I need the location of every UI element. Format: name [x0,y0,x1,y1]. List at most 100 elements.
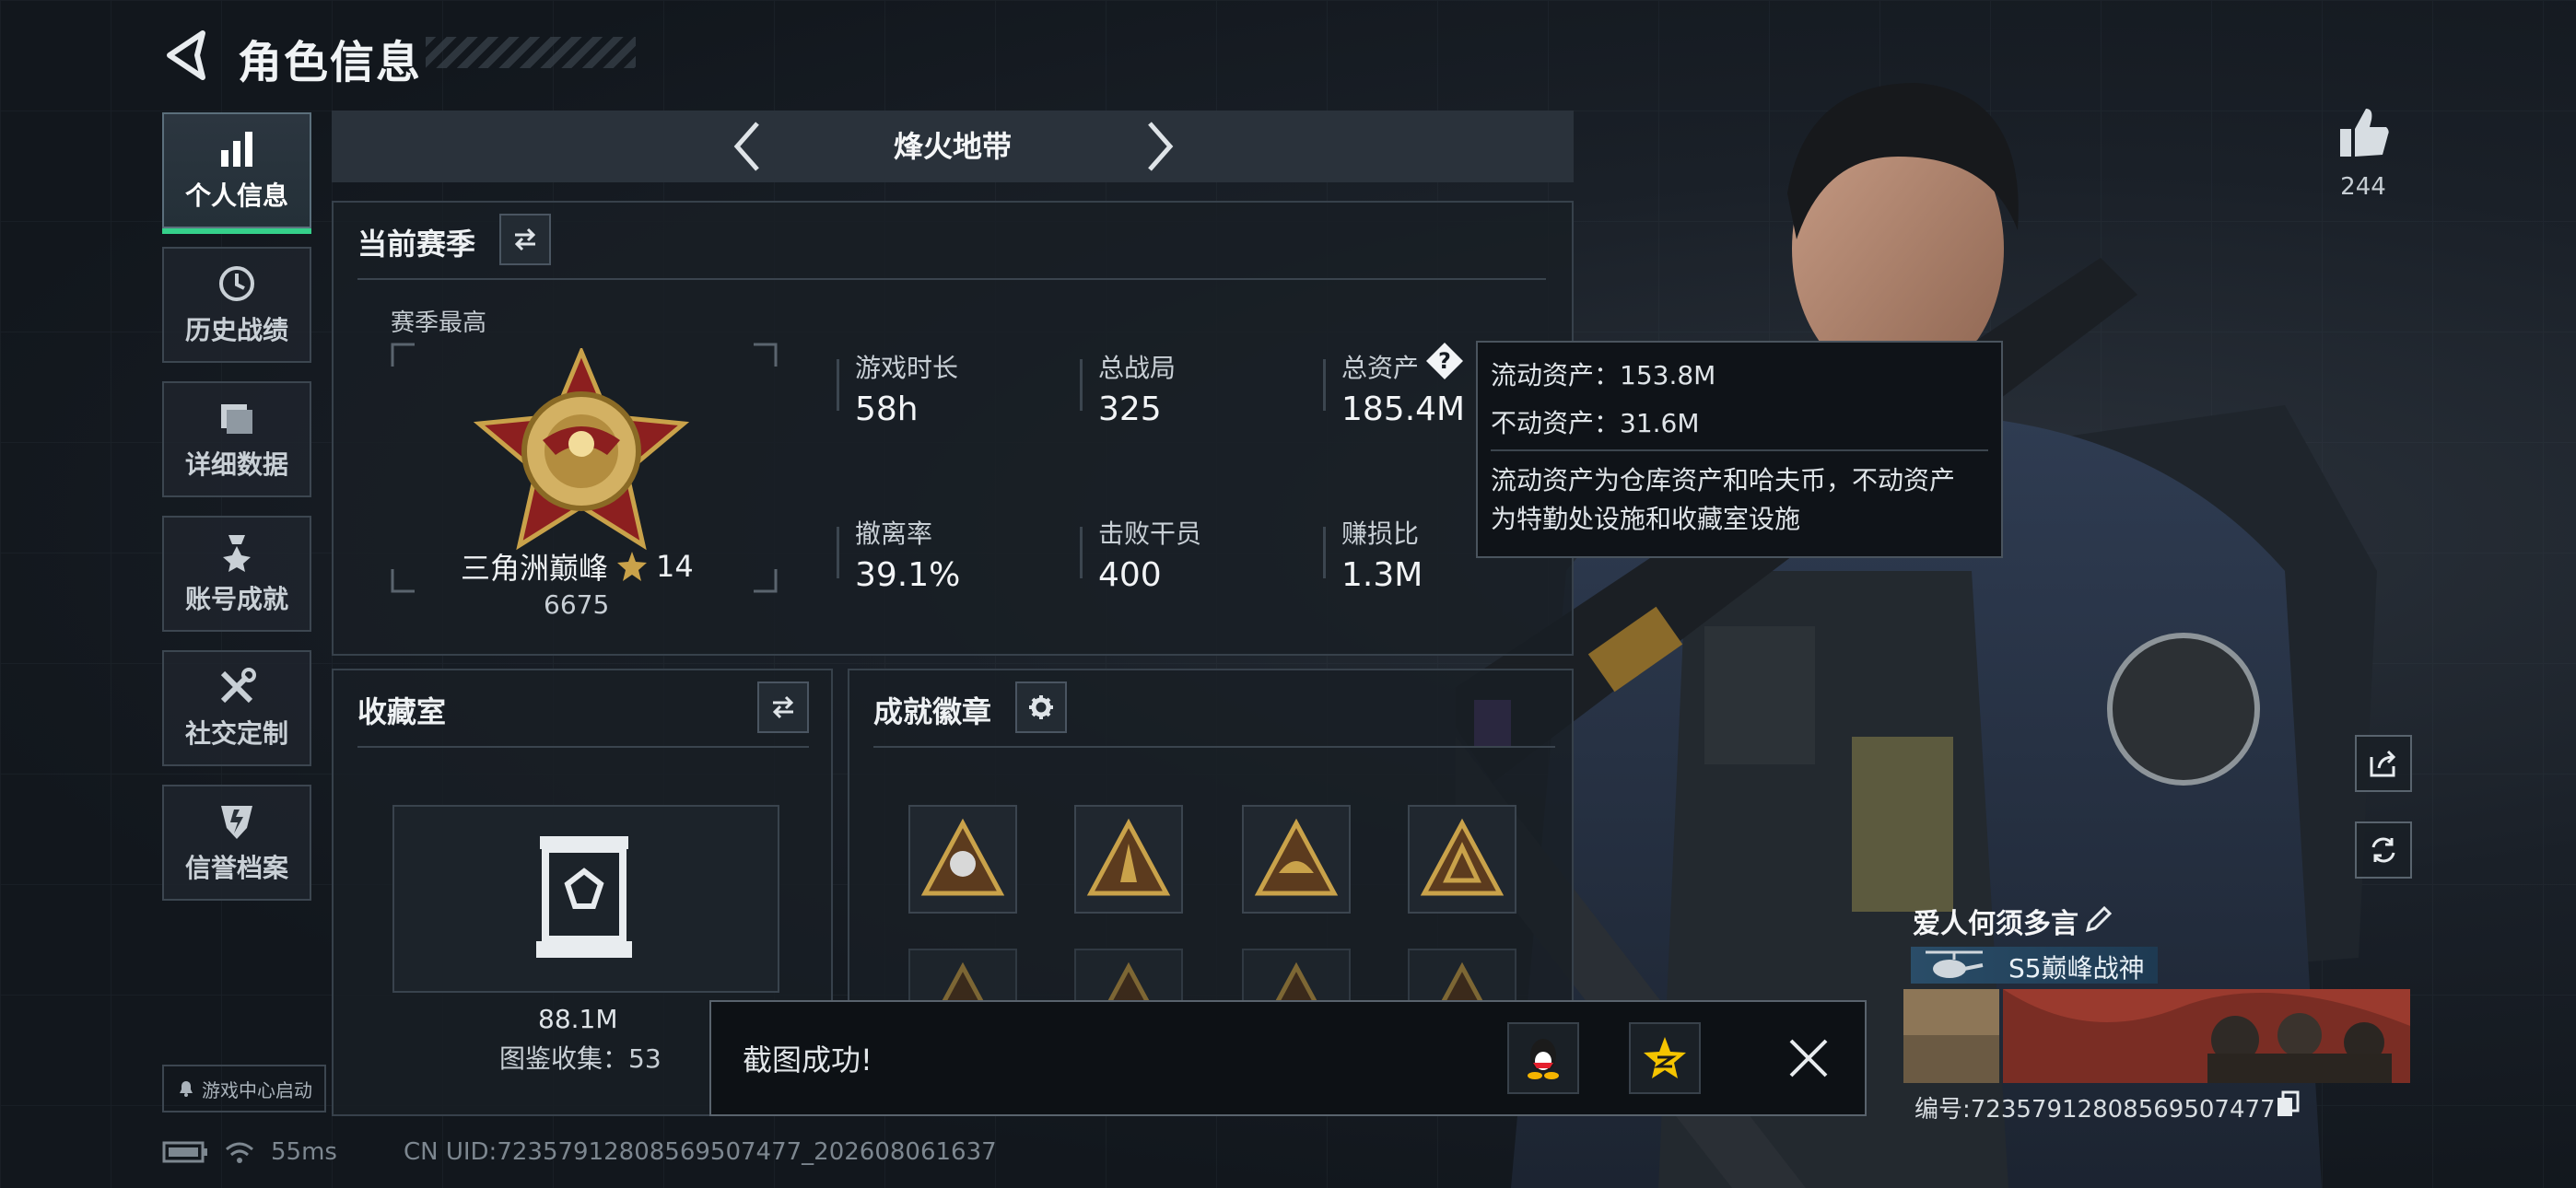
uid-text: CN UID:7235791280856950747​7_20260806163… [403,1138,997,1166]
badge-triangle-icon [1420,818,1505,896]
close-icon[interactable] [1786,1035,1832,1081]
folder-icon [221,404,252,434]
share-qzone-button[interactable] [1629,1022,1701,1094]
game-center-label: 游戏中心启动 [202,1078,312,1101]
stat-value: 58h [855,390,919,428]
mode-prev-chevron-icon[interactable] [720,111,776,182]
wifi-icon [226,1142,253,1163]
game-center-launch-button[interactable]: 游戏中心启动 [162,1065,326,1112]
achievement-badge[interactable] [1408,805,1516,914]
tooltip-fixed-assets: 不动资产：31.6M [1491,408,1700,438]
stat-label: 游戏时长 [855,353,959,383]
nav-detailed-data[interactable]: 详细数据 [162,381,311,497]
rank-points: 6675 [544,589,610,620]
svg-text:?: ? [1438,348,1451,374]
stat-value: 1.3M [1341,556,1423,594]
title-decoration [426,37,636,68]
nav-label: 账号成就 [184,584,288,614]
display-case-icon[interactable] [533,833,636,961]
nav-personal-info[interactable]: 个人信息 [162,112,311,234]
stat-divider [1080,527,1083,578]
collection-switch-button[interactable] [757,681,809,733]
refresh-icon [2371,837,2395,863]
thumbs-up-icon[interactable] [2336,105,2392,160]
star-icon [617,552,648,581]
edit-pencil-icon[interactable] [2082,904,2113,936]
history-clock-icon [219,266,254,301]
nav-match-history[interactable]: 历史战绩 [162,247,311,363]
collection-divider [357,746,809,748]
back-arrow-icon[interactable] [162,28,217,83]
tooltip-divider [1491,449,1988,451]
tooltip-liquid-assets: 流动资产：153.8M [1491,360,1716,390]
nav-account-achievement[interactable]: 账号成就 [162,516,311,632]
badge-triangle-icon [1254,818,1339,896]
rank-medal-icon [474,348,689,551]
swap-arrows-icon [514,227,536,251]
stat-label: 总资产 [1341,353,1420,383]
share-qq-button[interactable] [1507,1022,1579,1094]
stat-value: 39.1% [855,556,961,594]
mode-next-chevron-icon[interactable] [1131,111,1187,182]
shield-icon [221,806,252,839]
season-best-label: 赛季最高 [391,309,487,337]
stat-divider [837,527,839,578]
stat-label: 击败干员 [1098,518,1202,549]
tooltip-description-line: 为特勤处设施和收藏室设施 [1491,504,1801,534]
tooltip-description-line: 流动资产为仓库资产和哈夫币，不动资产 [1491,465,1956,495]
player-title: S5巅峰战神 [2008,953,2145,984]
ping-value: 55ms [271,1138,337,1166]
like-count: 244 [2340,173,2386,201]
badge-triangle-icon [920,818,1005,896]
mode-title: 烽火地带 [893,129,1012,164]
gear-icon [1029,695,1053,719]
badge-triangle-icon [1086,818,1171,896]
stat-value: 185.4M [1341,390,1466,428]
stat-label: 赚损比 [1341,518,1420,549]
achievement-badge[interactable] [1074,805,1183,914]
qzone-star-icon [1644,1037,1686,1078]
collection-value: 88.1M [538,1004,618,1034]
nav-social-custom[interactable]: 社交定制 [162,650,311,766]
tools-icon [220,668,256,704]
collection-count: 图鉴收集：53 [499,1043,662,1074]
nav-label: 个人信息 [184,181,288,211]
rank-stars: 14 [656,549,694,584]
share-button[interactable] [2355,735,2412,792]
collection-title: 收藏室 [357,694,447,729]
stat-label: 总战局 [1098,353,1177,383]
badges-settings-button[interactable] [1015,681,1067,733]
bell-icon [180,1081,193,1097]
stat-value: 400 [1098,556,1162,594]
season-switch-button[interactable] [499,214,551,265]
swap-arrows-icon [772,695,794,719]
player-id: 编号:7235791280856950747​7 [1914,1096,2276,1124]
season-divider [357,278,1546,280]
page-title: 角色信息 [238,37,423,88]
rank-name-row: 三角洲巅峰 14 [461,545,694,588]
qq-penguin-icon [1528,1039,1559,1079]
nav-label: 信誉档案 [184,853,288,883]
player-name: 爱人何须多言 [1913,908,2078,940]
stat-divider [1323,527,1326,578]
refresh-button[interactable] [2355,821,2412,879]
stat-divider [837,359,839,411]
achievement-badge[interactable] [1242,805,1351,914]
stat-divider [1323,359,1326,411]
stat-divider [1080,359,1083,411]
player-card-banner [1903,989,2410,1083]
help-question-icon[interactable]: ? [1424,341,1465,381]
copy-icon[interactable] [2276,1090,2300,1118]
status-bar: 55ms CN UID:7235791280856950747​7_202608… [162,1138,997,1166]
rank-name: 三角洲巅峰 [461,551,609,586]
toast-message: 截图成功! [743,1042,872,1077]
nav-credit-file[interactable]: 信誉档案 [162,785,311,901]
nav-label: 社交定制 [184,718,288,749]
battery-icon [162,1141,207,1163]
achievement-medal-icon [223,535,251,572]
achievement-badge[interactable] [908,805,1017,914]
nav-label: 详细数据 [184,449,288,480]
stat-label: 撤离率 [855,518,933,549]
badges-divider [873,746,1555,748]
share-export-icon [2370,750,2396,777]
